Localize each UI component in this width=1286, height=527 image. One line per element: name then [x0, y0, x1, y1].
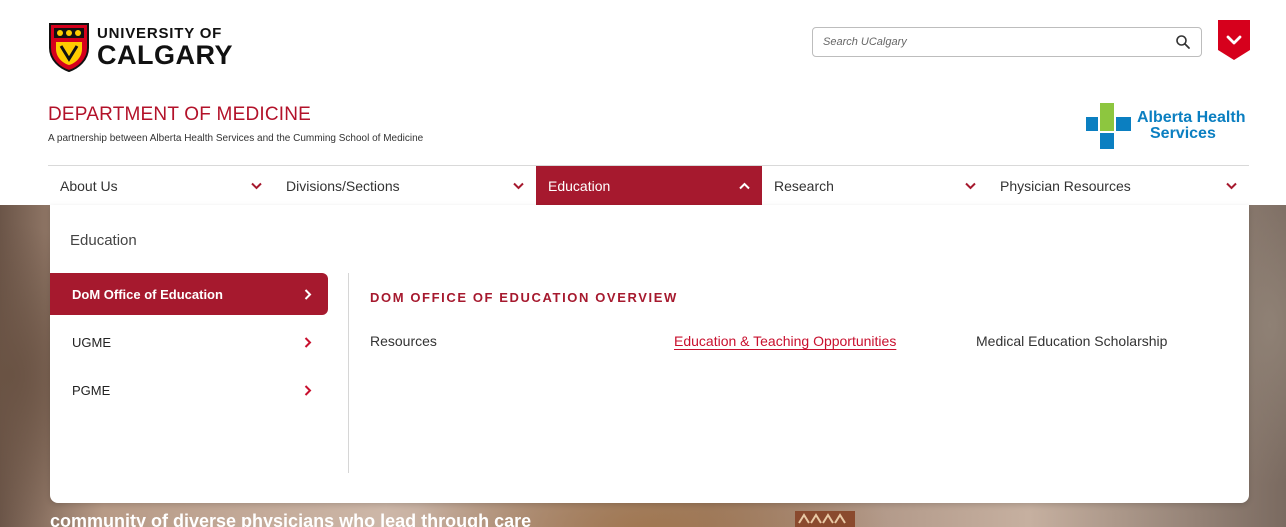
nav-item-physician-resources[interactable]: Physician Resources [988, 166, 1249, 206]
side-item-label: PGME [72, 382, 111, 398]
ahs-line1: Alberta Health [1137, 109, 1246, 127]
nav-item-divisions[interactable]: Divisions/Sections [274, 166, 536, 206]
search-input[interactable] [823, 36, 1175, 48]
quicklinks-button[interactable] [1218, 20, 1250, 60]
chevron-right-icon [304, 384, 312, 396]
university-logo[interactable]: UNIVERSITY OF CALGARY [48, 22, 233, 72]
search-box [812, 27, 1202, 57]
nav-label: Divisions/Sections [286, 178, 400, 194]
side-item-label: UGME [72, 334, 111, 350]
side-item-ugme[interactable]: UGME [50, 321, 328, 363]
ahs-line2: Services [1150, 125, 1216, 142]
mega-menu-sidebar: DoM Office of Education UGME PGME [50, 273, 328, 417]
nav-label: Research [774, 178, 834, 194]
chevron-down-icon [965, 182, 976, 190]
university-crest-icon [49, 23, 89, 72]
mega-menu-divider [348, 273, 349, 473]
department-subtitle: A partnership between Alberta Health Ser… [48, 133, 424, 144]
link-education-teaching-opportunities[interactable]: Education & Teaching Opportunities [674, 333, 896, 349]
nav-label: Physician Resources [1000, 178, 1131, 194]
department-title[interactable]: DEPARTMENT OF MEDICINE [48, 104, 311, 126]
chevron-right-icon [304, 336, 312, 348]
side-item-dom-office-of-education[interactable]: DoM Office of Education [50, 273, 328, 315]
chevron-down-icon [513, 182, 524, 190]
logo-line2: CALGARY [97, 39, 233, 70]
link-resources[interactable]: Resources [370, 333, 437, 349]
nav-label: Education [548, 178, 611, 194]
hero-tagline: community of diverse physicians who lead… [50, 511, 532, 527]
chevron-right-icon [304, 288, 312, 300]
link-medical-education-scholarship[interactable]: Medical Education Scholarship [976, 333, 1167, 349]
overview-heading-link[interactable]: DOM OFFICE OF EDUCATION OVERVIEW [370, 290, 678, 305]
ahs-cross-icon [1086, 103, 1131, 149]
logo-line1: UNIVERSITY OF [97, 24, 223, 42]
hero-pattern-decoration [795, 511, 855, 527]
ahs-logo[interactable]: Alberta Health Services [1086, 103, 1245, 149]
main-nav: About Us Divisions/Sections Education Re… [48, 165, 1249, 206]
side-item-pgme[interactable]: PGME [50, 369, 328, 411]
mega-menu-title[interactable]: Education [70, 232, 137, 249]
chevron-up-icon [739, 182, 750, 190]
search-icon[interactable] [1175, 34, 1191, 50]
nav-label: About Us [60, 178, 118, 194]
nav-item-research[interactable]: Research [762, 166, 988, 206]
nav-item-education[interactable]: Education [536, 166, 762, 206]
chevron-down-icon [251, 182, 262, 190]
education-mega-menu: Education DoM Office of Education UGME P… [50, 205, 1249, 503]
nav-item-about-us[interactable]: About Us [48, 166, 274, 206]
side-item-label: DoM Office of Education [72, 286, 223, 302]
chevron-down-icon [1226, 182, 1237, 190]
